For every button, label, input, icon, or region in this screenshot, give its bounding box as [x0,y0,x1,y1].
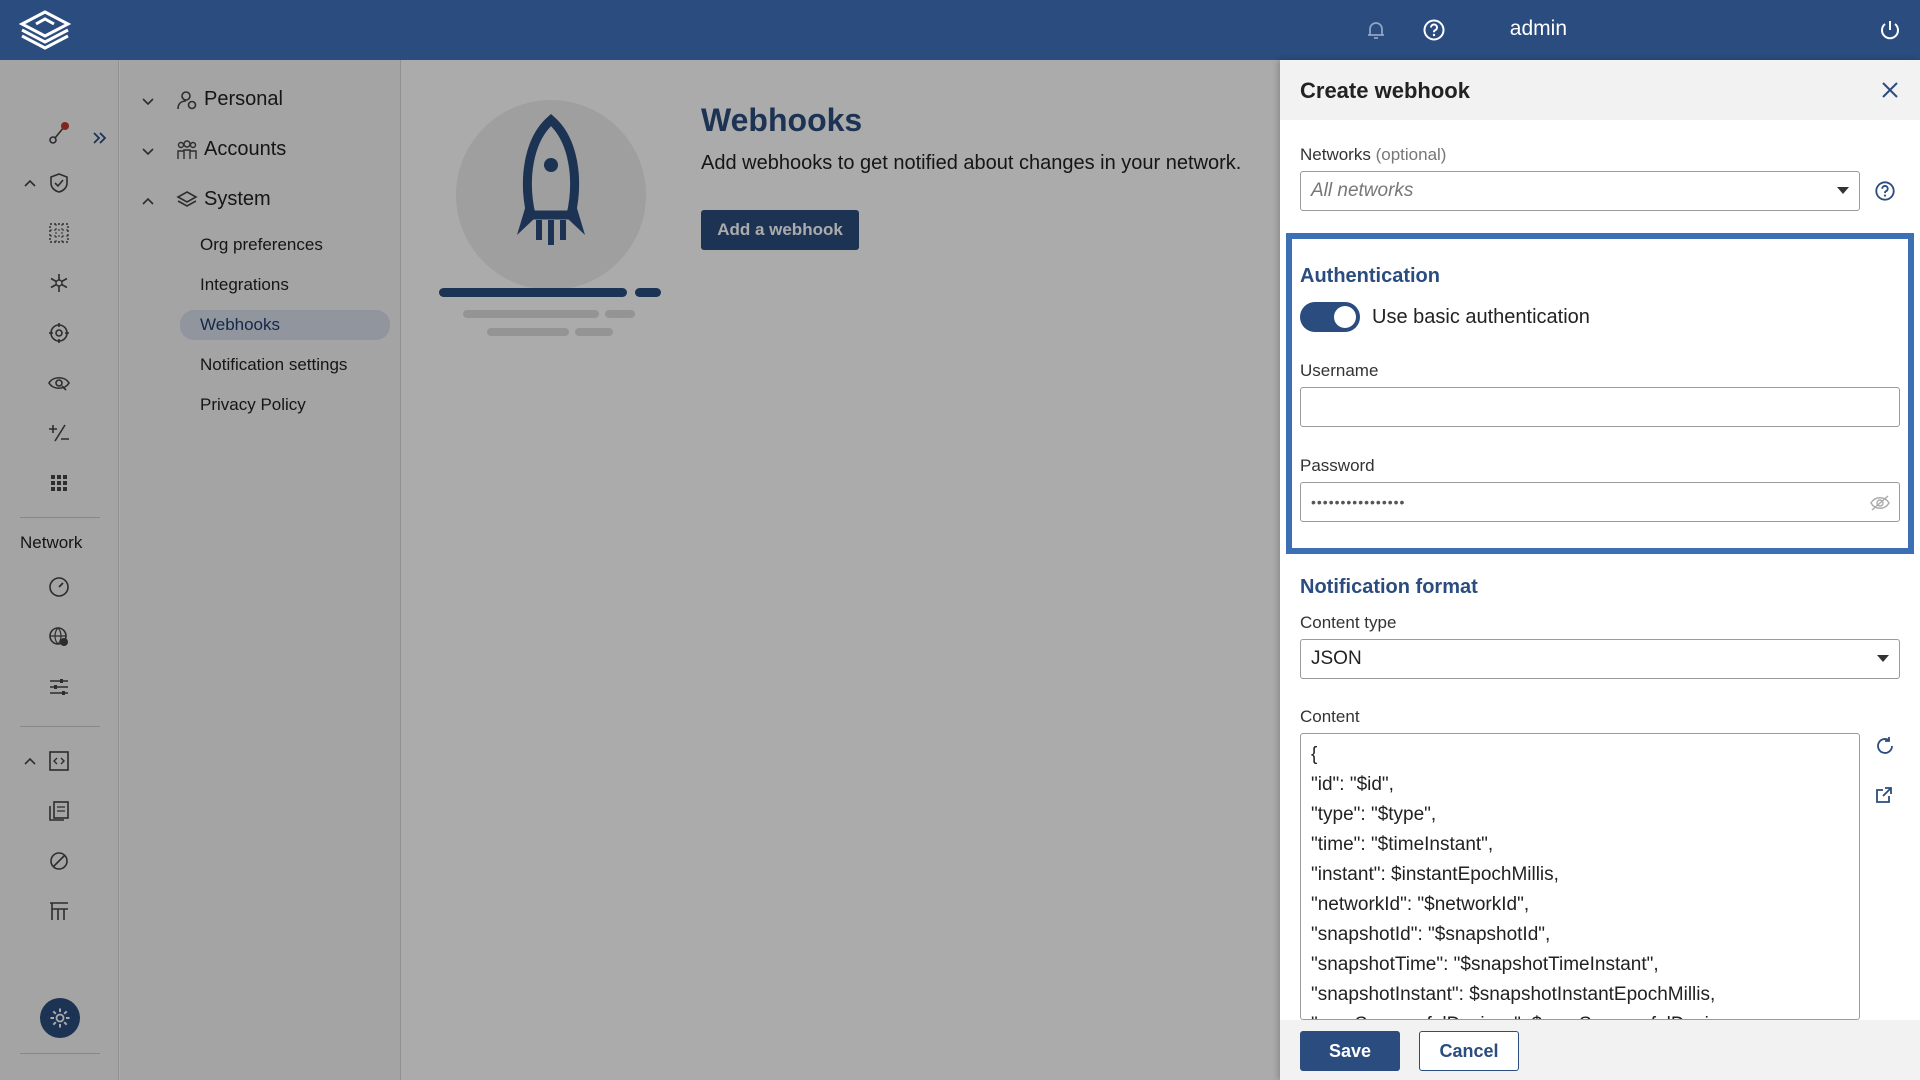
eye-off-icon[interactable] [1869,493,1891,516]
close-icon[interactable] [1880,80,1900,105]
content-line: "snapshotId": "$snapshotId", [1311,924,1551,945]
content-type-select[interactable]: JSON [1300,639,1900,679]
drawer-header: Create webhook [1280,60,1920,120]
content-line: "instant": $instantEpochMillis, [1311,864,1559,885]
save-button[interactable]: Save [1300,1031,1400,1071]
password-value: •••••••••••••••• [1311,494,1406,510]
logo-icon[interactable] [18,8,72,52]
open-external-icon[interactable] [1874,785,1898,809]
content-line: { [1311,744,1318,765]
help-icon[interactable] [1874,180,1898,204]
toggle-knob [1334,306,1356,328]
modal-backdrop[interactable] [0,60,1280,1080]
content-line: "snapshotTime": "$snapshotTimeInstant", [1311,954,1659,975]
content-text: { "id": "$id", "type": "$type", "time": "$t… [1301,734,1859,1019]
content-line: "snapshotInstant": $snapshotInstantEpoch… [1311,984,1716,1005]
create-webhook-drawer: Create webhook Networks (optional) All n… [1280,60,1920,1080]
chevron-down-icon [1837,187,1849,194]
bell-icon[interactable] [1364,18,1388,42]
networks-select[interactable]: All networks [1300,171,1860,211]
content-label: Content [1300,707,1360,726]
content-line: "time": "$timeInstant", [1311,834,1494,855]
username-label: Username [1300,361,1379,380]
drawer-title: Create webhook [1300,78,1470,103]
reset-icon[interactable] [1874,735,1898,759]
notification-format-title: Notification format [1300,576,1478,598]
password-label: Password [1300,456,1375,475]
username-field[interactable] [1300,387,1900,427]
networks-optional-text: (optional) [1375,145,1447,164]
networks-label: Networks (optional) [1300,145,1446,165]
drawer-footer: Save Cancel [1280,1020,1920,1080]
content-textarea[interactable]: { "id": "$id", "type": "$type", "time": "$t… [1300,733,1860,1020]
content-line: "numSuccessfulDevices": $numSuccessfulDe… [1311,1010,1849,1019]
password-field[interactable]: •••••••••••••••• [1300,482,1900,522]
content-line: "id": "$id", [1311,774,1394,795]
content-type-value: JSON [1311,648,1362,669]
chevron-down-icon [1877,655,1889,662]
networks-select-value: All networks [1311,180,1414,201]
cancel-button[interactable]: Cancel [1419,1031,1519,1071]
basic-auth-label: Use basic authentication [1372,306,1590,328]
networks-label-text: Networks [1300,145,1371,164]
help-icon[interactable] [1422,18,1446,42]
content-line: "type": "$type", [1311,804,1437,825]
top-bar: admin [0,0,1920,60]
content-line: "networkId": "$networkId", [1311,894,1530,915]
basic-auth-toggle[interactable] [1300,302,1360,332]
authentication-title: Authentication [1300,265,1440,287]
content-type-label: Content type [1300,613,1397,632]
power-icon[interactable] [1878,18,1902,42]
user-menu[interactable]: admin [1510,17,1567,41]
